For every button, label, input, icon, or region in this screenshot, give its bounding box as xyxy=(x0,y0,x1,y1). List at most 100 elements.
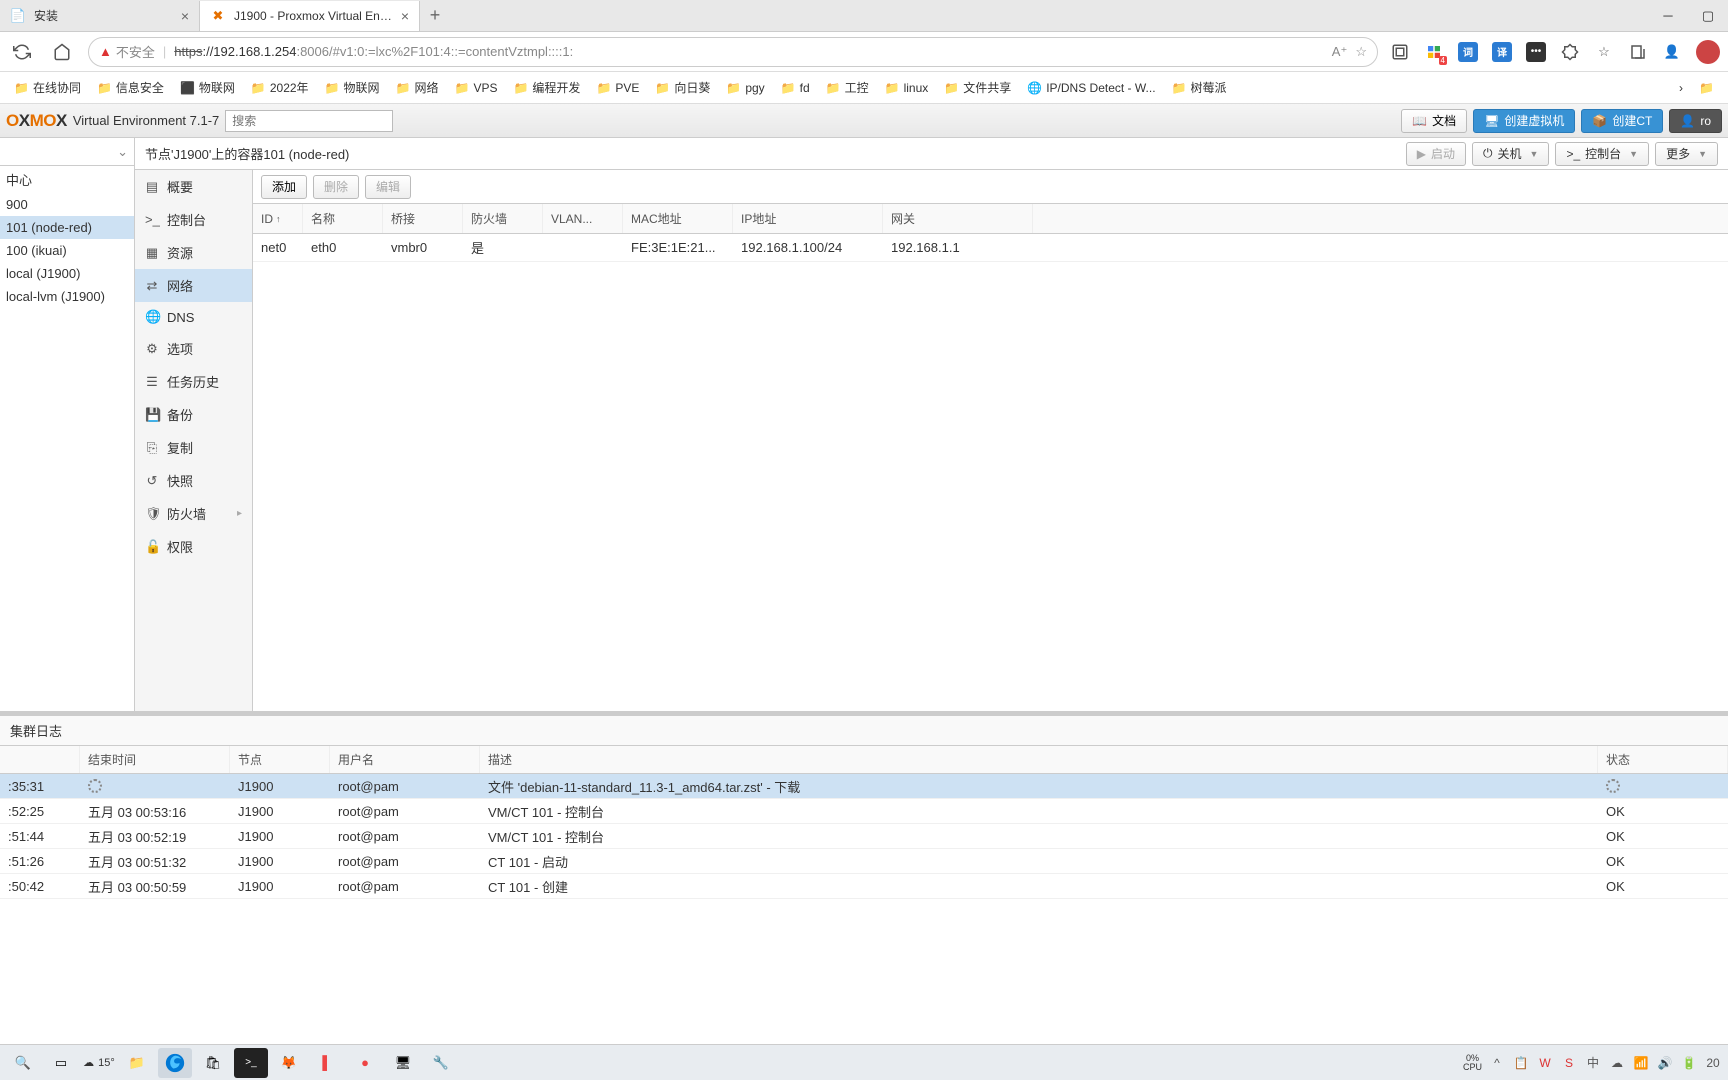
col-mac[interactable]: MAC地址 xyxy=(623,204,733,233)
grid-row[interactable]: net0 eth0 vmbr0 是 FE:3E:1E:21... 192.168… xyxy=(253,234,1728,262)
start-button[interactable]: ▶启动 xyxy=(1406,142,1466,166)
explorer-icon[interactable]: 📁 xyxy=(120,1048,154,1078)
tree-datacenter[interactable]: 中心 xyxy=(0,166,134,193)
tray-icon[interactable]: W xyxy=(1536,1054,1554,1072)
volume-icon[interactable]: 🔊 xyxy=(1656,1054,1674,1072)
terminal-icon[interactable]: >_ xyxy=(234,1048,268,1078)
menu-firewall[interactable]: 🛡防火墙▸ xyxy=(135,497,252,530)
extensions-icon[interactable] xyxy=(1560,42,1580,62)
favorites-icon[interactable]: ☆ xyxy=(1594,42,1614,62)
col-ip[interactable]: IP地址 xyxy=(733,204,883,233)
menu-permissions[interactable]: 🔓权限 xyxy=(135,530,252,563)
menu-tasks[interactable]: ☰任务历史 xyxy=(135,365,252,398)
profile-icon[interactable]: 👤 xyxy=(1662,42,1682,62)
new-tab-button[interactable]: + xyxy=(420,5,450,26)
ext-icon[interactable]: 4 xyxy=(1424,42,1444,62)
tray-icon[interactable]: 中 xyxy=(1584,1054,1602,1072)
browser-tab[interactable]: 📄 安装 × xyxy=(0,1,200,31)
menu-resources[interactable]: ▦资源 xyxy=(135,236,252,269)
col-name[interactable]: 名称 xyxy=(303,204,383,233)
col-bridge[interactable]: 桥接 xyxy=(383,204,463,233)
bookmark-item[interactable]: 📁树莓派 xyxy=(1166,76,1233,99)
bookmark-item[interactable]: 📁pgy xyxy=(720,78,770,98)
task-view-icon[interactable]: ▭ xyxy=(44,1048,78,1078)
bookmark-item[interactable]: 📁在线协同 xyxy=(8,76,87,99)
bookmark-item[interactable]: 📁VPS xyxy=(449,78,504,98)
col-gateway[interactable]: 网关 xyxy=(883,204,1033,233)
clock[interactable]: 20 xyxy=(1704,1054,1722,1072)
app-icon[interactable]: ▌ xyxy=(310,1048,344,1078)
menu-dns[interactable]: 🌐DNS xyxy=(135,302,252,332)
refresh-button[interactable] xyxy=(8,38,36,66)
more-button[interactable]: 更多▼ xyxy=(1655,142,1718,166)
log-row[interactable]: :51:44五月 03 00:52:19J1900root@pamVM/CT 1… xyxy=(0,824,1728,849)
url-input[interactable]: ▲不安全 | https://192.168.1.254:8006/#v1:0:… xyxy=(88,37,1378,67)
tree-storage-local[interactable]: local (J1900) xyxy=(0,262,134,285)
chevron-up-icon[interactable]: ^ xyxy=(1488,1054,1506,1072)
store-icon[interactable]: 🛍 xyxy=(196,1048,230,1078)
remove-button[interactable]: 删除 xyxy=(313,175,359,199)
maximize-button[interactable]: ▢ xyxy=(1688,1,1728,31)
log-row[interactable]: :35:31J1900root@pam文件 'debian-11-standar… xyxy=(0,774,1728,799)
col-node[interactable]: 节点 xyxy=(230,746,330,773)
tree-ct-101[interactable]: 101 (node-red) xyxy=(0,216,134,239)
add-button[interactable]: 添加 xyxy=(261,175,307,199)
app-icon[interactable]: 🔧 xyxy=(424,1048,458,1078)
log-row[interactable]: :50:42五月 03 00:50:59J1900root@pamCT 101 … xyxy=(0,874,1728,899)
close-icon[interactable]: × xyxy=(181,8,189,24)
collections-icon[interactable] xyxy=(1628,42,1648,62)
ext-icon[interactable]: ••• xyxy=(1526,42,1546,62)
col-id[interactable]: ID↑ xyxy=(253,204,303,233)
tray-icon[interactable]: S xyxy=(1560,1054,1578,1072)
log-row[interactable]: :52:25五月 03 00:53:16J1900root@pamVM/CT 1… xyxy=(0,799,1728,824)
menu-network[interactable]: ⇄网络 xyxy=(135,269,252,302)
search-input[interactable] xyxy=(225,110,393,132)
col-desc[interactable]: 描述 xyxy=(480,746,1598,773)
bookmark-other[interactable]: 📁 xyxy=(1693,78,1720,98)
col-end[interactable]: 结束时间 xyxy=(80,746,230,773)
col-user[interactable]: 用户名 xyxy=(330,746,480,773)
tray-icon[interactable]: 📋 xyxy=(1512,1054,1530,1072)
bookmark-item[interactable]: 📁linux xyxy=(879,78,935,98)
bookmark-item[interactable]: 📁fd xyxy=(775,78,816,98)
shutdown-button[interactable]: ⏻关机▼ xyxy=(1472,142,1549,166)
close-icon[interactable]: × xyxy=(401,8,409,24)
cpu-meter[interactable]: 0%CPU xyxy=(1463,1054,1482,1072)
favorite-icon[interactable]: ☆ xyxy=(1355,44,1367,60)
record-icon[interactable]: ● xyxy=(348,1048,382,1078)
wifi-icon[interactable]: 📶 xyxy=(1632,1054,1650,1072)
bookmark-item[interactable]: 📁向日葵 xyxy=(649,76,716,99)
ext-icon[interactable]: 词 xyxy=(1458,42,1478,62)
bookmark-item[interactable]: 📁网络 xyxy=(390,76,445,99)
menu-console[interactable]: >_控制台 xyxy=(135,203,252,236)
edit-button[interactable]: 编辑 xyxy=(365,175,411,199)
tree-ct-100[interactable]: 100 (ikuai) xyxy=(0,239,134,262)
console-button[interactable]: >_控制台▼ xyxy=(1555,142,1649,166)
tree-header[interactable]: ⌄ xyxy=(0,138,134,166)
create-ct-button[interactable]: 📦创建CT xyxy=(1581,109,1663,133)
log-row[interactable]: :51:26五月 03 00:51:32J1900root@pamCT 101 … xyxy=(0,849,1728,874)
col-start[interactable] xyxy=(0,746,80,773)
bookmark-item[interactable]: 📁文件共享 xyxy=(938,76,1017,99)
create-vm-button[interactable]: 🖥创建虚拟机 xyxy=(1473,109,1575,133)
home-button[interactable] xyxy=(48,38,76,66)
battery-icon[interactable]: 🔋 xyxy=(1680,1054,1698,1072)
bookmark-overflow[interactable]: › xyxy=(1673,78,1689,98)
tray-icon[interactable]: ☁ xyxy=(1608,1054,1626,1072)
ext-icon[interactable] xyxy=(1390,42,1410,62)
menu-options[interactable]: ⚙选项 xyxy=(135,332,252,365)
menu-backup[interactable]: 💾备份 xyxy=(135,398,252,431)
vm-icon[interactable]: 🖥 xyxy=(386,1048,420,1078)
weather-widget[interactable]: ☁15° xyxy=(82,1048,116,1078)
bookmark-item[interactable]: 📁工控 xyxy=(820,76,875,99)
minimize-button[interactable]: ─ xyxy=(1648,1,1688,31)
menu-replication[interactable]: ⎘复制 xyxy=(135,431,252,464)
firefox-icon[interactable]: 🦊 xyxy=(272,1048,306,1078)
search-icon[interactable]: 🔍 xyxy=(6,1048,40,1078)
docs-button[interactable]: 📖文档 xyxy=(1401,109,1467,133)
ext-icon[interactable]: 译 xyxy=(1492,42,1512,62)
col-status[interactable]: 状态 xyxy=(1598,746,1728,773)
bookmark-item[interactable]: ⬛物联网 xyxy=(174,76,241,99)
edge-icon[interactable] xyxy=(158,1048,192,1078)
menu-summary[interactable]: ▤概要 xyxy=(135,170,252,203)
